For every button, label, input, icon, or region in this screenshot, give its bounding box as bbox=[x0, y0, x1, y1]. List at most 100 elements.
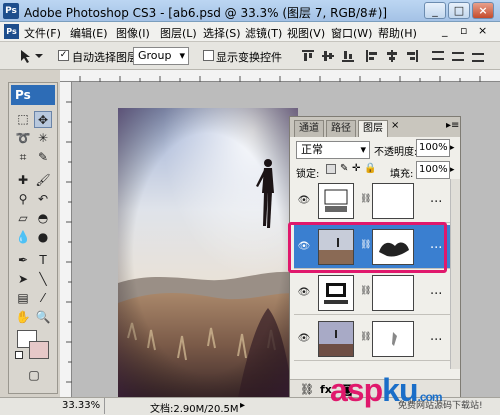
tab-channels[interactable]: 通道 bbox=[294, 120, 324, 137]
slice-tool-icon[interactable]: ✎ bbox=[34, 149, 52, 166]
quick-mask-icon[interactable]: ▢ bbox=[23, 367, 45, 384]
chevron-down-icon: ▾ bbox=[360, 143, 366, 156]
doc-close-button[interactable]: × bbox=[478, 24, 487, 37]
menu-select[interactable]: 选择(S) bbox=[203, 25, 241, 41]
marquee-tool-icon[interactable]: ⬚ bbox=[14, 111, 32, 128]
move-tool-icon[interactable]: ✥ bbox=[34, 111, 52, 128]
fill-arrow-icon[interactable]: ▸ bbox=[450, 165, 455, 175]
align-top-icon[interactable] bbox=[300, 48, 316, 64]
lock-transparency-icon[interactable] bbox=[326, 164, 336, 174]
vertical-ruler[interactable] bbox=[60, 82, 72, 398]
distribute-vcenter-icon[interactable] bbox=[450, 48, 466, 64]
lock-pixels-icon[interactable]: ✎ bbox=[340, 163, 348, 174]
background-color-swatch[interactable] bbox=[29, 341, 49, 359]
magic-wand-icon[interactable]: ✳ bbox=[34, 130, 52, 147]
zoom-level[interactable]: 33.33% bbox=[62, 400, 100, 411]
align-vcenter-icon[interactable] bbox=[320, 48, 336, 64]
healing-brush-icon[interactable]: ✚ bbox=[14, 172, 32, 189]
distribute-bottom-icon[interactable] bbox=[470, 48, 486, 64]
layer-name[interactable]: ... bbox=[430, 283, 442, 298]
maximize-button[interactable]: □ bbox=[448, 2, 470, 19]
link-icon[interactable]: ⛓ bbox=[360, 332, 371, 342]
photoshop-app-icon[interactable]: Ps bbox=[3, 3, 19, 19]
distribute-top-icon[interactable] bbox=[430, 48, 446, 64]
menu-layer[interactable]: 图层(L) bbox=[160, 25, 197, 41]
tab-layers[interactable]: 图层 bbox=[358, 120, 388, 137]
layer-thumbnail[interactable] bbox=[318, 183, 354, 219]
lock-all-icon[interactable]: 🔒 bbox=[364, 163, 376, 174]
close-button[interactable]: × bbox=[472, 2, 494, 19]
layer-row[interactable]: 👁 ⛓ ... bbox=[294, 179, 456, 223]
dodge-tool-icon[interactable]: ● bbox=[34, 229, 52, 246]
auto-select-checkbox[interactable]: ✓ bbox=[58, 50, 69, 61]
status-arrow-icon[interactable]: ▸ bbox=[240, 400, 245, 411]
photoshop-logo[interactable]: Ps bbox=[11, 85, 55, 105]
clone-stamp-icon[interactable]: ⚲ bbox=[14, 191, 32, 208]
document-photo[interactable] bbox=[118, 108, 298, 398]
layer-row[interactable]: 👁 ⛓ ... bbox=[294, 317, 456, 361]
menu-view[interactable]: 视图(V) bbox=[287, 25, 325, 41]
link-icon[interactable]: ⛓ bbox=[360, 286, 371, 296]
pen-tool-icon[interactable]: ✒ bbox=[14, 252, 32, 269]
eye-icon[interactable]: 👁 bbox=[297, 194, 311, 208]
minimize-button[interactable]: _ bbox=[424, 2, 446, 19]
opacity-arrow-icon[interactable]: ▸ bbox=[450, 143, 455, 153]
align-left-icon[interactable] bbox=[364, 48, 380, 64]
line-tool-icon[interactable]: ╲ bbox=[34, 271, 52, 288]
default-colors-icon[interactable] bbox=[15, 351, 23, 359]
layer-thumbnail[interactable] bbox=[318, 275, 354, 311]
blend-mode-select[interactable]: 正常 ▾ bbox=[296, 141, 370, 159]
document-info[interactable]: 文档:2.90M/20.5M bbox=[150, 400, 239, 415]
menu-edit[interactable]: 编辑(E) bbox=[70, 25, 108, 41]
tab-paths[interactable]: 路径 bbox=[326, 120, 356, 137]
brush-tool-icon[interactable]: 🖌 bbox=[34, 172, 52, 189]
close-tab-icon[interactable]: × bbox=[391, 120, 399, 131]
eye-icon[interactable]: 👁 bbox=[297, 332, 311, 346]
crop-tool-icon[interactable]: ⌗ bbox=[14, 149, 32, 166]
align-bottom-icon[interactable] bbox=[340, 48, 356, 64]
lock-position-icon[interactable]: ✛ bbox=[352, 163, 360, 174]
align-hcenter-icon[interactable] bbox=[384, 48, 400, 64]
move-tool-preset-icon[interactable] bbox=[18, 48, 44, 64]
document-icon[interactable]: Ps bbox=[4, 24, 19, 39]
link-icon[interactable]: ⛓ bbox=[360, 194, 371, 204]
menu-filter[interactable]: 滤镜(T) bbox=[245, 25, 282, 41]
layer-name[interactable]: ... bbox=[430, 329, 442, 344]
layer-row[interactable]: 👁 ⛓ ... bbox=[294, 271, 456, 315]
menu-help[interactable]: 帮助(H) bbox=[378, 25, 417, 41]
align-right-icon[interactable] bbox=[404, 48, 420, 64]
menu-window[interactable]: 窗口(W) bbox=[331, 25, 372, 41]
eyedropper-icon[interactable]: ⁄ bbox=[34, 290, 52, 307]
notes-tool-icon[interactable]: ▤ bbox=[14, 290, 32, 307]
menu-file[interactable]: 文件(F) bbox=[24, 25, 61, 41]
paint-bucket-icon[interactable]: ◓ bbox=[34, 210, 52, 227]
blur-tool-icon[interactable]: 💧 bbox=[14, 229, 32, 246]
history-brush-icon[interactable]: ↶ bbox=[34, 191, 52, 208]
opacity-input[interactable]: 100% bbox=[416, 139, 450, 157]
status-divider bbox=[104, 398, 105, 414]
hand-tool-icon[interactable]: ✋ bbox=[14, 309, 32, 326]
tools-panel: Ps ⬚ ✥ ➰ ✳ ⌗ ✎ ✚ 🖌 ⚲ ↶ ▱ ◓ 💧 ● ✒ T ➤ ╲ ▤… bbox=[8, 82, 58, 394]
layer-mask-thumbnail[interactable] bbox=[372, 275, 414, 311]
menu-image[interactable]: 图像(I) bbox=[116, 25, 150, 41]
horizontal-ruler[interactable] bbox=[60, 70, 500, 82]
fill-input[interactable]: 100% bbox=[416, 161, 450, 179]
group-select[interactable]: Group ▾ bbox=[133, 47, 189, 65]
eye-icon[interactable]: 👁 bbox=[297, 286, 311, 300]
lasso-tool-icon[interactable]: ➰ bbox=[14, 130, 32, 147]
layer-thumbnail[interactable] bbox=[318, 321, 354, 357]
doc-minimize-button[interactable]: _ bbox=[442, 24, 448, 37]
zoom-tool-icon[interactable]: 🔍 bbox=[34, 309, 52, 326]
link-layers-icon[interactable]: ⛓ bbox=[300, 383, 314, 396]
doc-restore-button[interactable]: ▫ bbox=[460, 24, 467, 37]
blend-mode-value: 正常 bbox=[301, 143, 323, 156]
eraser-tool-icon[interactable]: ▱ bbox=[14, 210, 32, 227]
show-transform-checkbox[interactable] bbox=[203, 50, 214, 61]
type-tool-icon[interactable]: T bbox=[34, 252, 52, 269]
path-selection-icon[interactable]: ➤ bbox=[14, 271, 32, 288]
layer-mask-thumbnail[interactable] bbox=[372, 321, 414, 357]
panel-menu-icon[interactable]: ▸≡ bbox=[446, 120, 459, 131]
layer-name[interactable]: ... bbox=[430, 191, 442, 206]
layers-scrollbar[interactable] bbox=[450, 179, 460, 369]
layer-mask-thumbnail[interactable] bbox=[372, 183, 414, 219]
